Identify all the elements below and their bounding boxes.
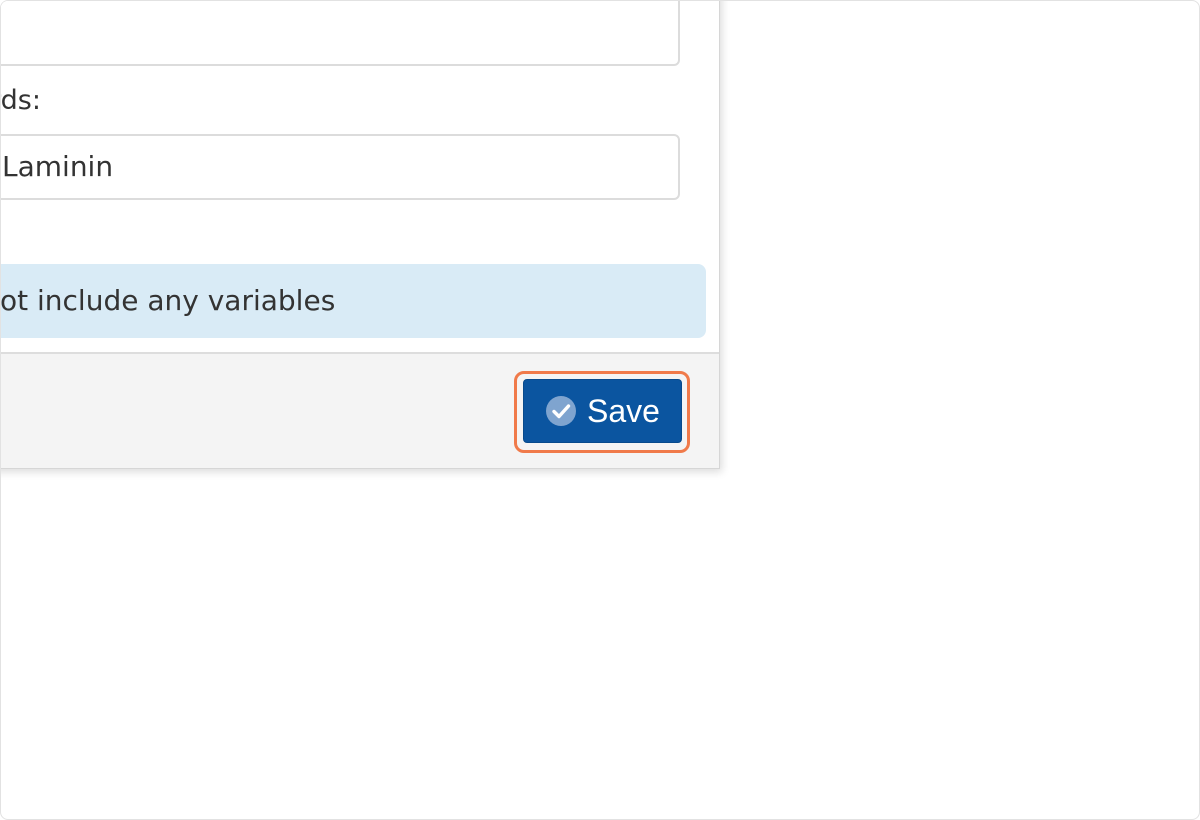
check-circle-icon	[546, 396, 577, 426]
edit-dialog: rds: Laminin ot include any variables Sa…	[0, 1, 720, 469]
save-button-label: Save	[587, 392, 660, 429]
save-button[interactable]: Save	[523, 379, 682, 443]
text-field-top[interactable]	[1, 1, 680, 66]
info-alert: ot include any variables	[0, 264, 706, 338]
keywords-input-value: Laminin	[2, 150, 114, 183]
keywords-label: rds:	[0, 85, 41, 116]
keywords-input[interactable]: Laminin	[1, 134, 680, 200]
screen: rds: Laminin ot include any variables Sa…	[0, 0, 1200, 820]
info-alert-text: ot include any variables	[0, 284, 336, 317]
